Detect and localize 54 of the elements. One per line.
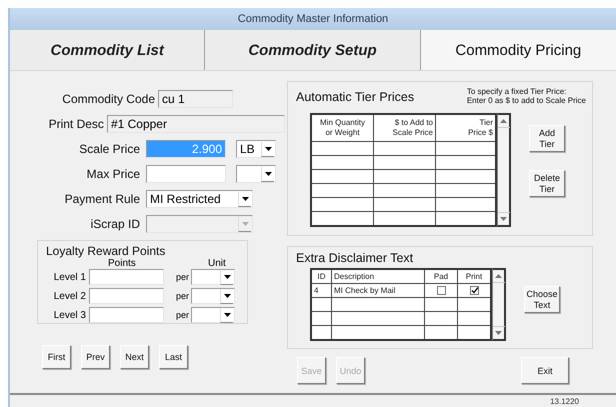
per-label: per bbox=[174, 291, 189, 301]
table-cell: MI Check by Mail bbox=[332, 284, 424, 298]
level-label: Level 1 bbox=[52, 272, 86, 282]
points-field[interactable] bbox=[89, 269, 164, 285]
column-header: Points bbox=[108, 258, 137, 269]
column-header: ID bbox=[311, 269, 332, 284]
field-label: Scale Price bbox=[78, 142, 140, 156]
group-title: Loyalty Reward Points bbox=[46, 244, 166, 258]
column-header: Unit bbox=[208, 258, 226, 269]
tab[interactable]: Commodity Pricing bbox=[420, 30, 616, 70]
choose-text-button[interactable]: Choose Text bbox=[524, 286, 560, 313]
field-label: iScrap ID bbox=[90, 217, 140, 231]
nav-button[interactable]: Last bbox=[159, 345, 188, 369]
scrollbar[interactable] bbox=[492, 268, 506, 341]
checkbox[interactable] bbox=[436, 286, 446, 296]
window-title: Commodity Master Information bbox=[10, 8, 616, 30]
field-label: Max Price bbox=[86, 167, 140, 181]
nav-button[interactable]: First bbox=[42, 345, 71, 369]
text-field[interactable]: #1 Copper bbox=[106, 115, 285, 133]
tier-button[interactable]: Delete Tier bbox=[529, 170, 565, 197]
column-header: Description bbox=[332, 269, 424, 284]
column-header: Min Quantity or Weight bbox=[311, 114, 374, 142]
dropdown-arrow-icon[interactable] bbox=[220, 308, 233, 322]
dropdown-arrow-icon[interactable] bbox=[220, 288, 233, 304]
dropdown-arrow-icon[interactable] bbox=[220, 270, 233, 284]
per-label: per bbox=[174, 272, 189, 282]
dropdown-arrow-icon[interactable] bbox=[261, 166, 274, 182]
field-label: Payment Rule bbox=[64, 192, 140, 206]
hint-text: To specify a fixed Tier Price: Enter 0 as $ to add to Scale Price bbox=[466, 87, 586, 105]
points-field[interactable] bbox=[89, 307, 164, 323]
nav-button[interactable]: Prev bbox=[81, 345, 110, 369]
field-label: Print Desc bbox=[48, 117, 104, 131]
footer-button[interactable]: Exit bbox=[521, 357, 569, 384]
column-header: Pad bbox=[424, 269, 458, 284]
dropdown-arrow-icon[interactable] bbox=[238, 192, 251, 206]
price-field[interactable] bbox=[146, 165, 226, 183]
checkbox[interactable] bbox=[470, 286, 478, 296]
level-label: Level 2 bbox=[52, 290, 86, 302]
dropdown[interactable]: MI Restricted bbox=[146, 190, 253, 208]
tier-button[interactable]: Add Tier bbox=[529, 125, 565, 152]
group-title: Automatic Tier Prices bbox=[296, 90, 414, 105]
scrollbar[interactable] bbox=[497, 113, 511, 227]
table-cell: 4 bbox=[311, 284, 332, 298]
unit-dropdown[interactable]: LB bbox=[236, 140, 276, 158]
per-label: per bbox=[174, 310, 189, 320]
column-header: $ to Add to Scale Price bbox=[374, 114, 436, 142]
dropdown-arrow-icon[interactable] bbox=[261, 142, 274, 156]
points-field[interactable] bbox=[89, 288, 164, 304]
text-field[interactable]: cu 1 bbox=[158, 90, 233, 108]
version-text: 13.1220 bbox=[550, 396, 579, 406]
nav-button[interactable]: Next bbox=[120, 345, 149, 369]
group-title: Extra Disclaimer Text bbox=[296, 251, 414, 265]
field-label: Commodity Code bbox=[61, 92, 155, 106]
level-label: Level 3 bbox=[52, 310, 86, 320]
